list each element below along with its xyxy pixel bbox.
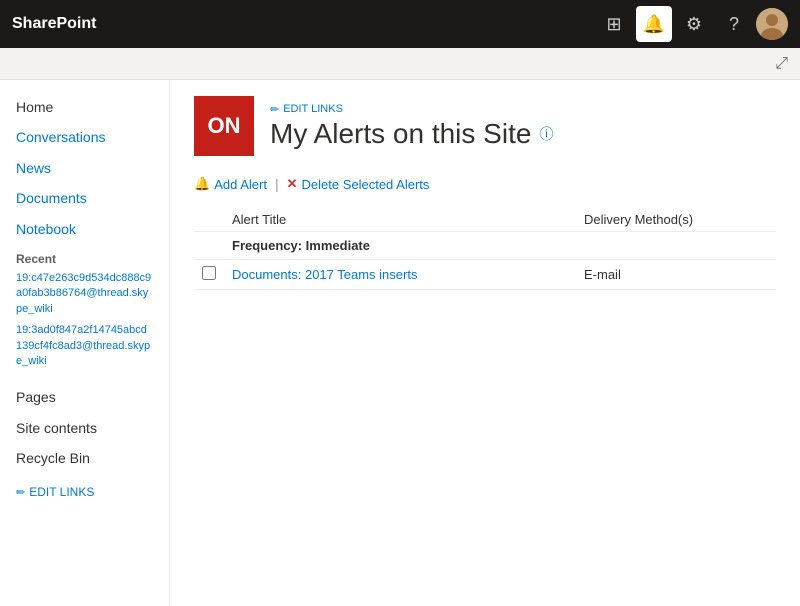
sidebar-item-conversations[interactable]: Conversations [0, 122, 169, 152]
sidebar-recent-label: Recent [0, 244, 169, 268]
alerts-toolbar: 🔔 Add Alert | ✕ Delete Selected Alerts [194, 176, 776, 192]
page-title: My Alerts on this Site ⓘ [270, 118, 553, 150]
alerts-table: Alert Title Delivery Method(s) Frequency… [194, 208, 776, 290]
sidebar-item-notebook[interactable]: Notebook [0, 214, 169, 244]
toolbar-separator: | [275, 176, 279, 192]
alert-title-cell: Documents: 2017 Teams inserts [224, 260, 576, 290]
bell-icon[interactable]: 🔔 [636, 6, 672, 42]
avatar[interactable] [756, 8, 788, 40]
sidebar-recent-item-1[interactable]: 19:3ad0f847a2f14745abcd139cf4fc8ad3@thre… [0, 320, 169, 372]
delete-alerts-button[interactable]: Delete Selected Alerts [302, 177, 430, 192]
edit-pencil-icon: ✏ [270, 103, 279, 116]
help-icon[interactable]: ? [716, 6, 752, 42]
topbar-left: SharePoint [12, 15, 96, 33]
gear-icon[interactable]: ⚙ [676, 6, 712, 42]
sidebar-item-home[interactable]: Home [0, 92, 169, 122]
grid-icon[interactable]: ⊞ [596, 6, 632, 42]
topbar-right: ⊞ 🔔 ⚙ ? [596, 6, 788, 42]
app-name: SharePoint [12, 15, 96, 33]
col-delivery-method: Delivery Method(s) [576, 208, 776, 232]
alert-title-link[interactable]: Documents: 2017 Teams inserts [232, 267, 417, 282]
sidebar: Home Conversations News Documents Notebo… [0, 80, 170, 606]
sidebar-recent-item-0[interactable]: 19:c47e263c9d534dc888c9a0fab3b86764@thre… [0, 268, 169, 320]
delete-icon: ✕ [287, 176, 298, 192]
site-logo: ON [194, 96, 254, 156]
pencil-icon: ✏ [16, 486, 25, 499]
sidebar-item-news[interactable]: News [0, 153, 169, 183]
toolbar-strip: ⤢ [0, 48, 800, 80]
main-content: ON ✏ EDIT LINKS My Alerts on this Site ⓘ… [170, 80, 800, 606]
sidebar-item-documents[interactable]: Documents [0, 183, 169, 213]
table-row: Documents: 2017 Teams inserts E-mail [194, 260, 776, 290]
sidebar-edit-links-bottom[interactable]: ✏ EDIT LINKS [0, 481, 169, 503]
info-icon[interactable]: ⓘ [539, 124, 553, 144]
site-title-area: ✏ EDIT LINKS My Alerts on this Site ⓘ [270, 103, 553, 150]
checkbox-cell [194, 260, 224, 290]
frequency-label: Frequency: Immediate [224, 232, 776, 260]
sidebar-item-pages[interactable]: Pages [0, 382, 169, 412]
frequency-row: Frequency: Immediate [194, 232, 776, 260]
main-layout: Home Conversations News Documents Notebo… [0, 80, 800, 606]
add-alert-button[interactable]: Add Alert [214, 177, 267, 192]
expand-icon[interactable]: ⤢ [775, 55, 788, 73]
site-header: ON ✏ EDIT LINKS My Alerts on this Site ⓘ [194, 96, 776, 156]
col-checkbox [194, 208, 224, 232]
sidebar-item-site-contents[interactable]: Site contents [0, 413, 169, 443]
col-alert-title: Alert Title [224, 208, 576, 232]
delivery-method-cell: E-mail [576, 260, 776, 290]
topbar: SharePoint ⊞ 🔔 ⚙ ? [0, 0, 800, 48]
add-alert-bell-icon: 🔔 [194, 176, 210, 192]
alert-checkbox[interactable] [202, 266, 216, 280]
edit-links-top[interactable]: ✏ EDIT LINKS [270, 103, 553, 116]
sidebar-item-recycle-bin[interactable]: Recycle Bin [0, 443, 169, 473]
